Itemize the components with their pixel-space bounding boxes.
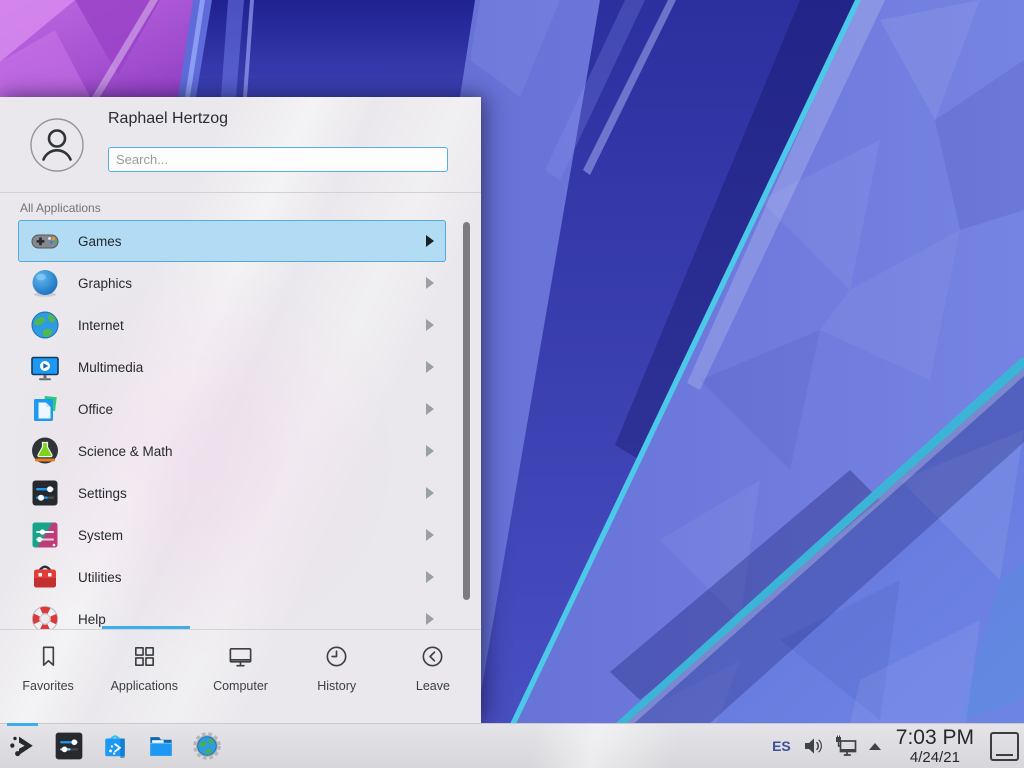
tab-applications[interactable]: Applications	[96, 630, 192, 723]
active-tab-indicator	[102, 626, 190, 629]
leave-icon	[419, 643, 446, 670]
sliders-icon	[29, 477, 61, 509]
clock-icon	[323, 643, 350, 670]
show-desktop-button[interactable]	[990, 732, 1019, 761]
volume-icon[interactable]	[802, 735, 824, 757]
category-label: Settings	[78, 486, 127, 501]
tab-leave[interactable]: Leave	[385, 630, 481, 723]
flask-icon	[29, 435, 61, 467]
user-name: Raphael Hertzog	[108, 110, 228, 128]
system-sliders-icon	[29, 519, 61, 551]
category-label: Office	[78, 402, 113, 417]
category-label: Graphics	[78, 276, 132, 291]
discover-button[interactable]	[98, 729, 132, 763]
bookmark-icon	[35, 643, 62, 670]
category-internet[interactable]: Internet	[18, 304, 446, 346]
system-settings-button[interactable]	[52, 729, 86, 763]
category-label: Utilities	[78, 570, 122, 585]
file-manager-button[interactable]	[144, 729, 178, 763]
submenu-arrow-icon	[425, 361, 434, 373]
category-label: Games	[78, 234, 122, 249]
submenu-arrow-icon	[425, 277, 434, 289]
globe-gear-icon	[191, 730, 223, 762]
category-label: Science & Math	[78, 444, 173, 459]
tab-computer[interactable]: Computer	[192, 630, 288, 723]
application-launcher-menu: Raphael Hertzog All Applications Games	[0, 97, 481, 723]
category-multimedia[interactable]: Multimedia	[18, 346, 446, 388]
toolbox-icon	[29, 561, 61, 593]
category-label: Help	[78, 612, 106, 627]
category-utilities[interactable]: Utilities	[18, 556, 446, 598]
folder-icon	[145, 730, 177, 762]
category-label: Multimedia	[78, 360, 143, 375]
tab-favorites[interactable]: Favorites	[0, 630, 96, 723]
user-avatar-icon[interactable]	[30, 118, 84, 172]
category-label: Internet	[78, 318, 124, 333]
media-screen-icon	[29, 351, 61, 383]
tab-history[interactable]: History	[289, 630, 385, 723]
globe-icon	[29, 309, 61, 341]
app-launcher-button[interactable]	[6, 729, 40, 763]
network-icon[interactable]	[833, 734, 858, 758]
section-label: All Applications	[20, 201, 101, 215]
clock-time: 7:03 PM	[896, 727, 974, 748]
active-task-indicator	[7, 723, 38, 726]
sphere-icon	[29, 267, 61, 299]
monitor-icon	[227, 643, 254, 670]
category-office[interactable]: Office	[18, 388, 446, 430]
grid-icon	[131, 643, 158, 670]
category-help[interactable]: Help	[18, 598, 446, 629]
submenu-arrow-icon	[425, 445, 434, 457]
launcher-tabbar: Favorites Applications Computer	[0, 630, 481, 723]
kali-menu-icon	[7, 730, 39, 762]
category-system[interactable]: System	[18, 514, 446, 556]
expand-arrow-icon[interactable]	[867, 740, 883, 752]
submenu-arrow-icon	[425, 403, 434, 415]
submenu-arrow-icon	[425, 571, 434, 583]
submenu-arrow-icon	[425, 529, 434, 541]
submenu-arrow-icon	[425, 235, 434, 247]
taskbar-panel: ES	[0, 723, 1024, 768]
shopping-bag-icon	[99, 730, 131, 762]
documents-icon	[29, 393, 61, 425]
submenu-arrow-icon	[425, 319, 434, 331]
scrollbar[interactable]	[463, 222, 470, 600]
category-list: Games Graphics	[0, 220, 481, 629]
category-games[interactable]: Games	[18, 220, 446, 262]
gamepad-icon	[29, 225, 61, 257]
lifebuoy-icon	[29, 603, 61, 629]
category-science-math[interactable]: Science & Math	[18, 430, 446, 472]
web-browser-button[interactable]	[190, 729, 224, 763]
category-label: System	[78, 528, 123, 543]
clock-date: 4/24/21	[910, 750, 960, 765]
search-input[interactable]	[108, 147, 448, 172]
category-graphics[interactable]: Graphics	[18, 262, 446, 304]
system-tray: ES	[772, 724, 1024, 768]
submenu-arrow-icon	[425, 487, 434, 499]
header-divider	[0, 192, 481, 193]
digital-clock[interactable]: 7:03 PM 4/24/21	[896, 727, 974, 765]
settings-sliders-icon	[53, 730, 85, 762]
keyboard-layout-indicator[interactable]: ES	[772, 738, 791, 754]
submenu-arrow-icon	[425, 613, 434, 625]
category-settings[interactable]: Settings	[18, 472, 446, 514]
desktop: Raphael Hertzog All Applications Games	[0, 0, 1024, 768]
